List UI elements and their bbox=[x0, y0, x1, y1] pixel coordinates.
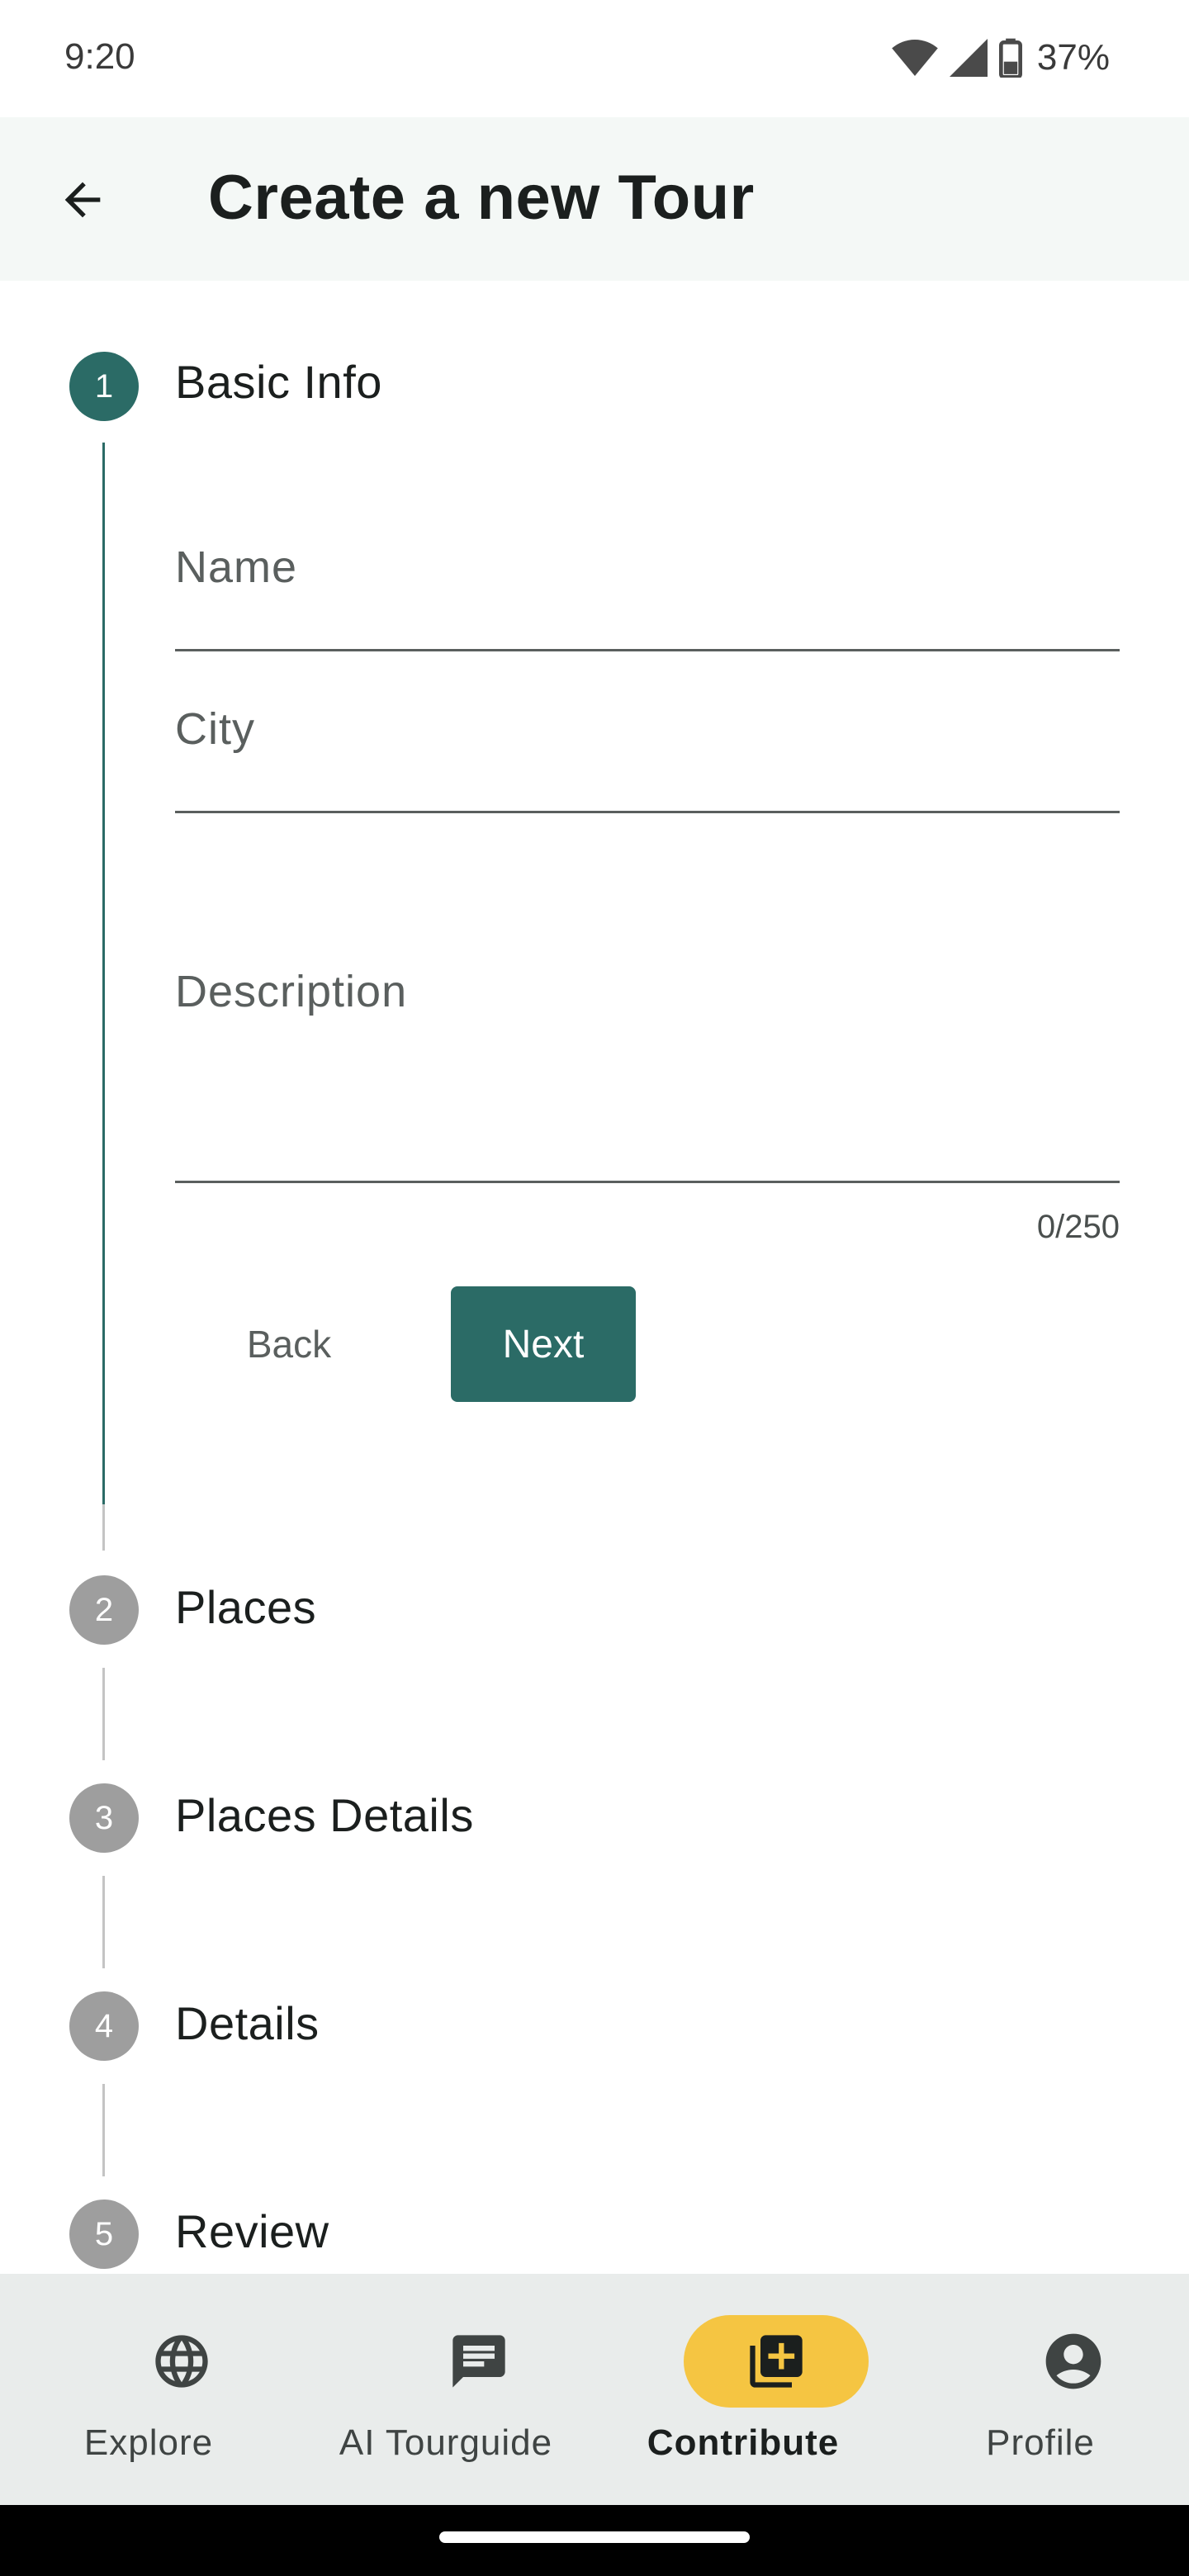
cell-signal-icon bbox=[949, 39, 988, 77]
bottom-navigation: Explore AI Tourguide Contribute Profile bbox=[0, 2274, 1189, 2505]
add-box-icon bbox=[684, 2315, 869, 2408]
nav-label-contribute: Contribute bbox=[647, 2422, 840, 2463]
nav-item-ai-tourguide[interactable]: AI Tourguide bbox=[297, 2274, 594, 2505]
nav-label-explore: Explore bbox=[83, 2422, 214, 2463]
home-gesture-bar[interactable] bbox=[439, 2531, 750, 2543]
description-field[interactable]: Description bbox=[175, 834, 1120, 1183]
description-field-label: Description bbox=[175, 967, 408, 1016]
page-title: Create a new Tour bbox=[208, 163, 755, 233]
step-4-label[interactable]: Details bbox=[175, 1996, 320, 2050]
step-2-label[interactable]: Places bbox=[175, 1580, 316, 1634]
status-time: 9:20 bbox=[64, 36, 135, 77]
name-field-label: Name bbox=[175, 542, 298, 592]
step-3-indicator[interactable]: 3 bbox=[69, 1783, 139, 1853]
status-icons: 37% bbox=[892, 33, 1110, 83]
step-1-connector-tail bbox=[102, 1504, 105, 1551]
city-field[interactable]: City bbox=[175, 674, 1120, 813]
back-arrow-icon[interactable] bbox=[48, 165, 117, 234]
nav-item-contribute[interactable]: Contribute bbox=[594, 2274, 892, 2505]
battery-icon bbox=[998, 38, 1022, 78]
step-5-indicator[interactable]: 5 bbox=[69, 2200, 139, 2269]
step-2-connector bbox=[102, 1668, 105, 1760]
nav-item-explore[interactable]: Explore bbox=[0, 2274, 297, 2505]
account-circle-icon bbox=[981, 2315, 1166, 2408]
step-3-label[interactable]: Places Details bbox=[175, 1788, 474, 1842]
status-bar: 9:20 37% bbox=[0, 0, 1189, 117]
nav-item-profile[interactable]: Profile bbox=[892, 2274, 1189, 2505]
step-3-connector bbox=[102, 1876, 105, 1968]
description-char-counter: 0/250 bbox=[1036, 1209, 1120, 1245]
nav-label-profile: Profile bbox=[986, 2422, 1095, 2463]
back-button[interactable]: Back bbox=[216, 1286, 362, 1402]
battery-percentage: 37% bbox=[1036, 37, 1110, 78]
globe-icon bbox=[89, 2315, 274, 2408]
step-1-indicator[interactable]: 1 bbox=[69, 352, 139, 421]
step-2-indicator[interactable]: 2 bbox=[69, 1575, 139, 1645]
name-field[interactable]: Name bbox=[175, 512, 1120, 651]
nav-label-ai-tourguide: AI Tourguide bbox=[339, 2422, 553, 2463]
wifi-icon bbox=[892, 40, 938, 76]
city-field-label: City bbox=[175, 704, 255, 754]
next-button[interactable]: Next bbox=[451, 1286, 636, 1402]
step-5-label[interactable]: Review bbox=[175, 2204, 329, 2258]
system-navigation-bar bbox=[0, 2505, 1189, 2576]
chat-icon bbox=[386, 2315, 571, 2408]
step-4-indicator[interactable]: 4 bbox=[69, 1991, 139, 2061]
step-1-connector bbox=[102, 443, 105, 1504]
step-4-connector bbox=[102, 2084, 105, 2176]
app-bar: Create a new Tour bbox=[0, 117, 1189, 281]
step-1-label[interactable]: Basic Info bbox=[175, 355, 382, 409]
